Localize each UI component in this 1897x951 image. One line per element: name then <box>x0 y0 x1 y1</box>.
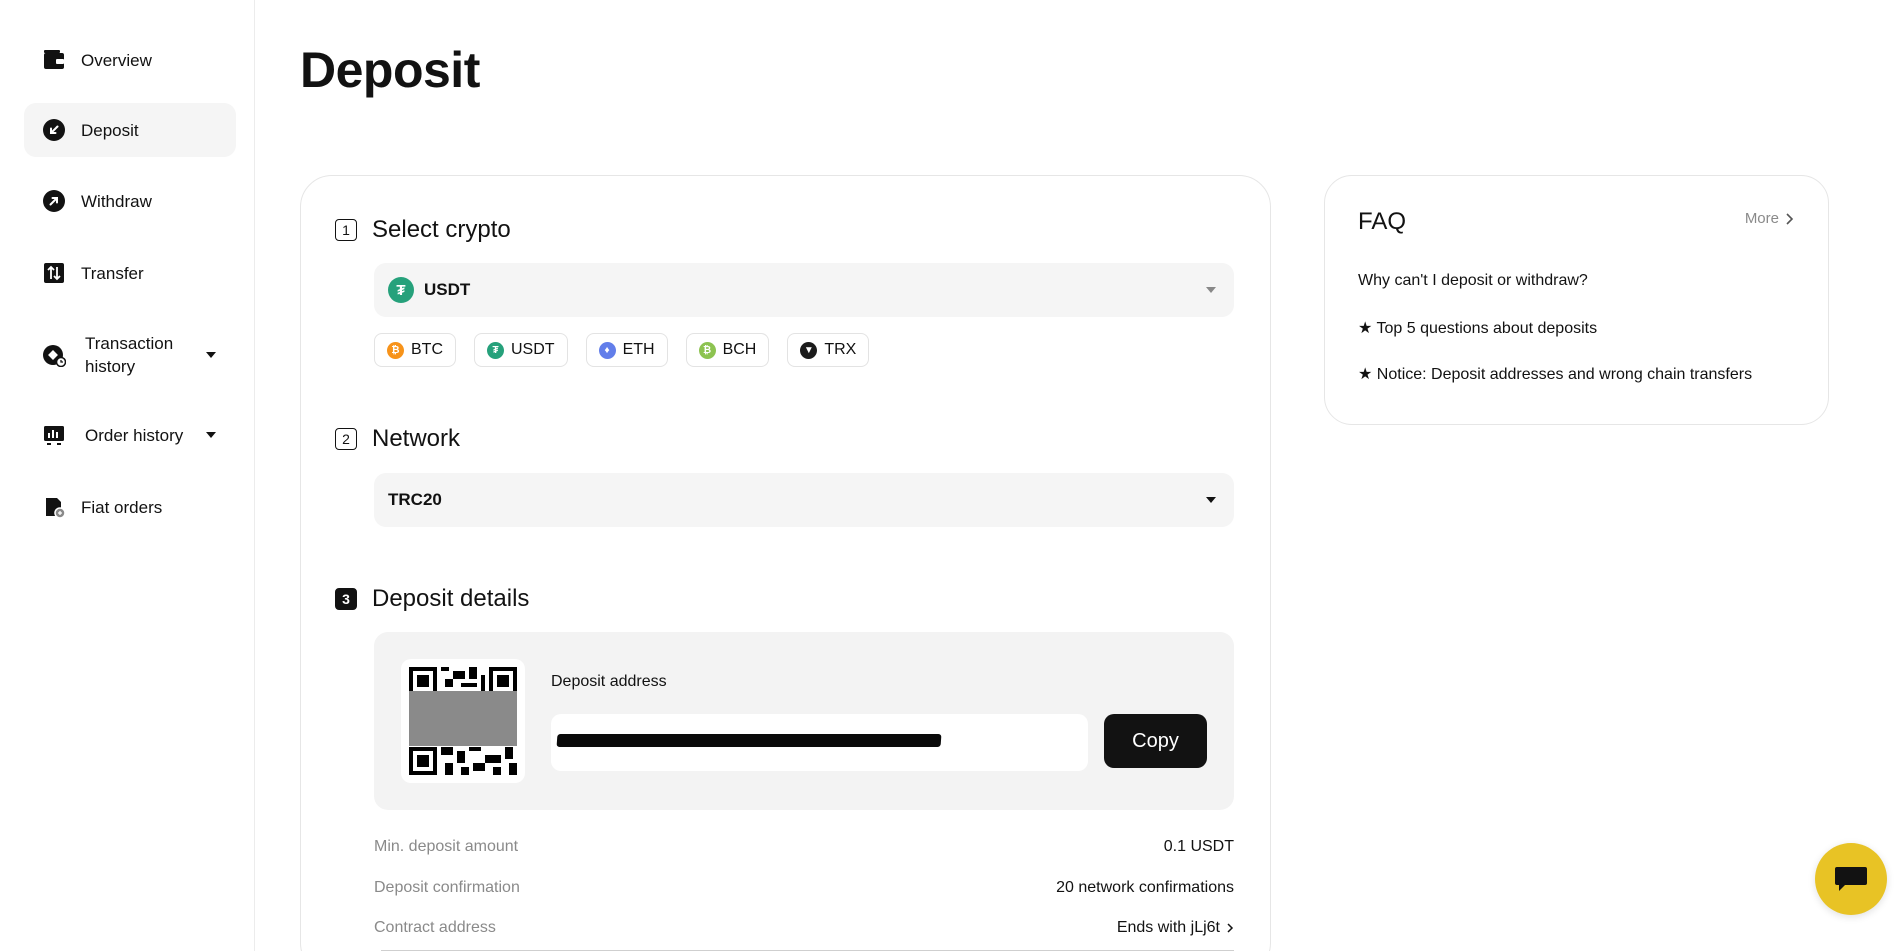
page-title: Deposit <box>300 42 480 98</box>
sidebar-item-deposit[interactable]: Deposit <box>24 103 236 157</box>
chevron-right-icon <box>1786 212 1794 225</box>
step-select-crypto: 1 Select crypto <box>335 216 511 244</box>
chip-label: BTC <box>411 341 443 358</box>
chip-label: BCH <box>722 341 757 358</box>
wallet-icon <box>44 50 64 69</box>
sidebar-item-overview[interactable]: Overview <box>24 33 236 87</box>
eth-coin-icon: ♦ <box>598 341 616 359</box>
detail-key: Deposit confirmation <box>374 879 520 896</box>
btc-coin-icon: ₿ <box>387 341 404 359</box>
sidebar-item-label: Overview <box>81 50 152 70</box>
step-title: Deposit details <box>372 585 530 612</box>
qr-redaction <box>409 691 517 746</box>
detail-key: Contract address <box>374 919 496 936</box>
trx-coin-icon: ▼ <box>800 341 818 359</box>
chevron-right-icon <box>1227 923 1234 933</box>
faq-more-link[interactable]: More <box>1745 210 1794 227</box>
chip-trx[interactable]: ▼ TRX <box>787 333 870 367</box>
usdt-coin-icon: ₮ <box>487 341 504 359</box>
faq-item[interactable]: ★ Notice: Deposit addresses and wrong ch… <box>1358 364 1752 384</box>
contract-address-link[interactable]: Ends with jLj6t <box>1117 919 1234 937</box>
chip-btc[interactable]: ₿ BTC <box>374 333 456 367</box>
step-title: Network <box>372 425 461 452</box>
sidebar-item-transfer[interactable]: Transfer <box>24 246 236 300</box>
faq-more-label: More <box>1744 210 1779 227</box>
chip-label: TRX <box>824 341 857 358</box>
detail-row-confirmations: Deposit confirmation 20 network confirma… <box>374 879 1234 897</box>
deposit-address-redaction <box>556 734 942 747</box>
sidebar-item-label: Withdraw <box>81 191 152 211</box>
step-number: 1 <box>335 219 357 241</box>
faq-card: FAQ More Why can't I deposit or withdraw… <box>1324 175 1829 425</box>
step-number: 3 <box>335 588 357 610</box>
chevron-down-icon[interactable] <box>206 352 216 358</box>
fiat-orders-icon <box>46 498 66 519</box>
sidebar-item-label: Transfer <box>81 263 144 283</box>
network-select[interactable]: TRC20 <box>374 473 1234 527</box>
detail-row-min-deposit: Min. deposit amount 0.1 USDT <box>374 838 1234 856</box>
transfer-icon <box>44 263 64 283</box>
network-select-value: TRC20 <box>388 490 442 509</box>
detail-row-contract-address: Contract address Ends with jLj6t <box>374 919 1234 937</box>
deposit-address-panel: Deposit address Copy <box>374 632 1234 810</box>
chip-label: USDT <box>511 341 555 358</box>
chat-bubble-icon <box>1835 867 1867 891</box>
chip-eth[interactable]: ♦ ETH <box>585 333 668 367</box>
crypto-select[interactable]: ₮ USDT <box>374 263 1234 317</box>
sidebar-item-fiat-orders[interactable]: Fiat orders <box>24 480 236 534</box>
deposit-card: 1 Select crypto ₮ USDT ₿ BTC ₮ USDT ♦ ET… <box>300 175 1271 951</box>
deposit-address-label: Deposit address <box>551 673 667 690</box>
step-network: 2 Network <box>335 425 460 453</box>
crypto-quick-picks: ₿ BTC ₮ USDT ♦ ETH ₿ BCH ▼ TRX <box>374 333 870 367</box>
copy-address-button[interactable]: Copy <box>1104 714 1207 768</box>
contract-address-value: Ends with jLj6t <box>1116 919 1220 936</box>
step-title: Select crypto <box>372 216 511 243</box>
crypto-select-value: USDT <box>424 280 471 299</box>
chip-usdt[interactable]: ₮ USDT <box>474 333 568 367</box>
sidebar-item-label: Deposit <box>81 120 139 140</box>
sidebar-item-withdraw[interactable]: Withdraw <box>24 174 236 228</box>
faq-title: FAQ <box>1358 208 1407 235</box>
sidebar-item-label: Order history <box>85 425 184 445</box>
chevron-down-icon <box>1206 497 1216 503</box>
deposit-arrow-icon <box>43 119 65 141</box>
withdraw-arrow-icon <box>43 190 65 212</box>
transaction-history-icon <box>43 345 66 367</box>
step-deposit-details: 3 Deposit details <box>335 585 529 613</box>
usdt-coin-icon: ₮ <box>388 277 414 303</box>
detail-value: 0.1 USDT <box>1163 838 1234 855</box>
sidebar-item-order-history[interactable]: Order history <box>24 408 236 462</box>
step-number: 2 <box>335 428 357 450</box>
chip-label: ETH <box>622 341 655 358</box>
chevron-down-icon <box>1206 287 1216 293</box>
order-history-icon <box>44 426 64 445</box>
bch-coin-icon: ₿ <box>698 341 716 359</box>
chevron-down-icon[interactable] <box>206 432 216 438</box>
sidebar: Overview Deposit Withdraw Transfer Trans… <box>0 0 255 951</box>
faq-item[interactable]: ★ Top 5 questions about deposits <box>1358 318 1597 338</box>
sidebar-item-transaction-history[interactable]: Transaction history <box>24 328 236 382</box>
detail-value: 20 network confirmations <box>1056 879 1234 896</box>
support-chat-button[interactable] <box>1815 843 1887 915</box>
sidebar-item-label: Transaction history <box>85 334 174 376</box>
detail-key: Min. deposit amount <box>374 838 519 855</box>
deposit-address-field[interactable] <box>551 714 1088 771</box>
faq-item[interactable]: Why can't I deposit or withdraw? <box>1358 272 1588 290</box>
chip-bch[interactable]: ₿ BCH <box>685 333 770 367</box>
qr-code <box>401 659 525 783</box>
sidebar-item-label: Fiat orders <box>81 497 163 517</box>
